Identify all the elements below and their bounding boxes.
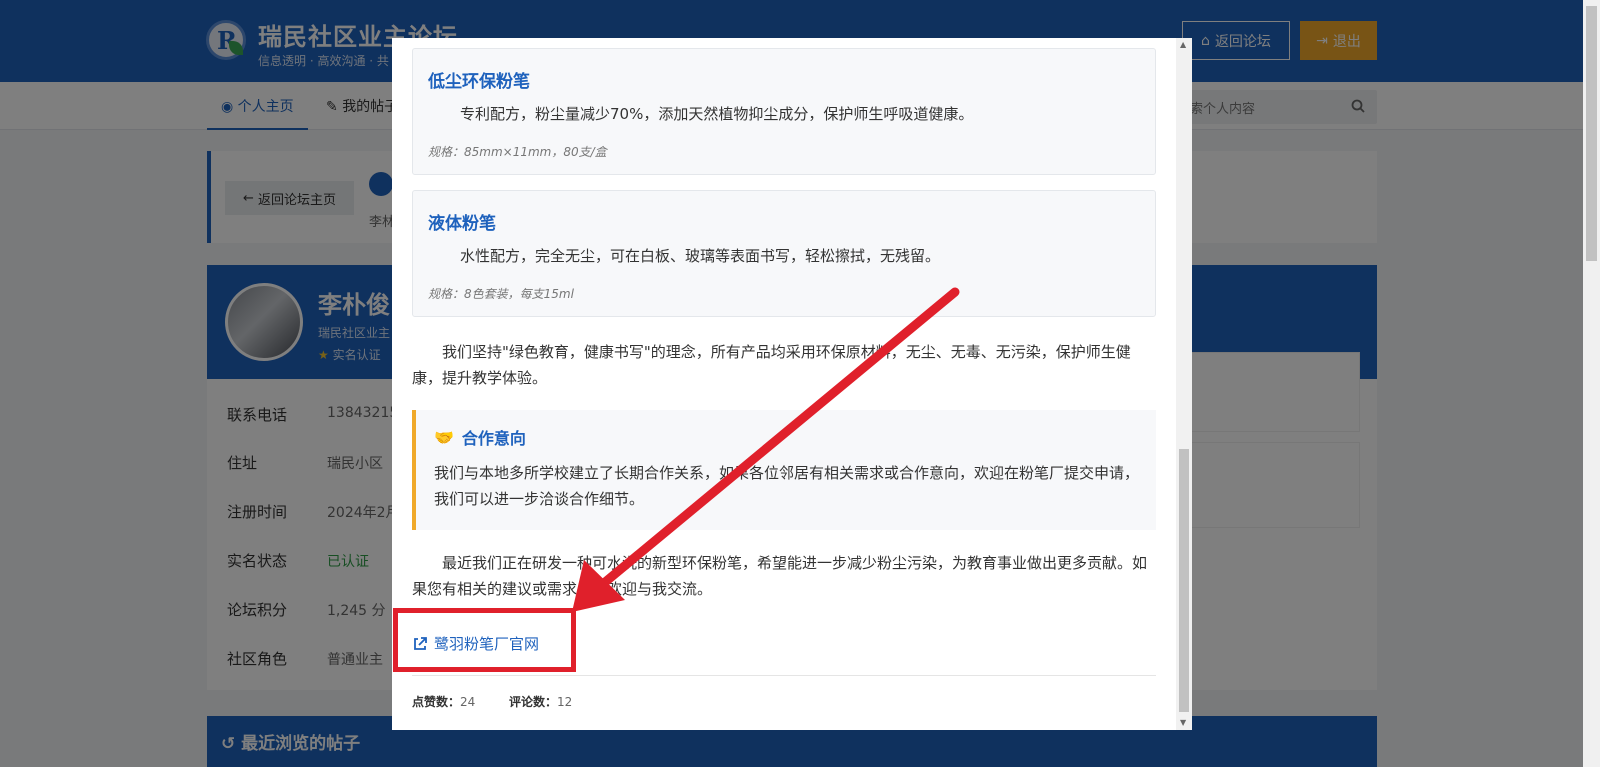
annotation-arrow-icon — [572, 287, 960, 612]
